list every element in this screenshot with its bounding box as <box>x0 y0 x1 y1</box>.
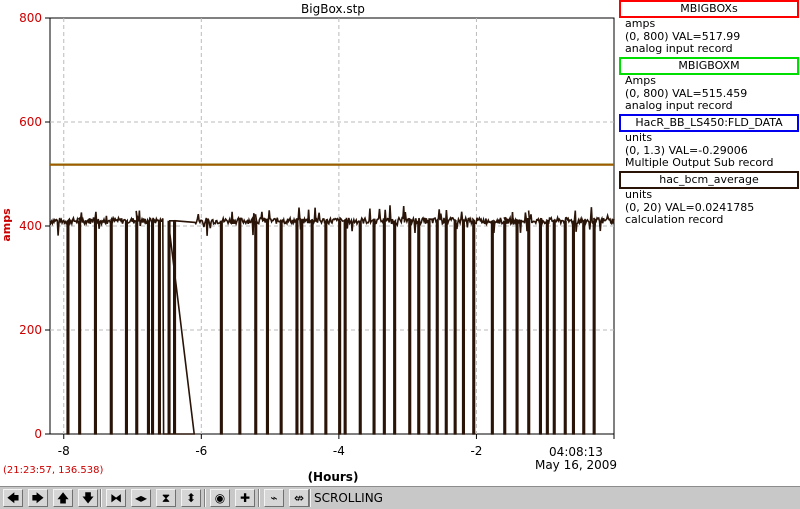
toolbar-separator <box>100 489 102 507</box>
chart-title: BigBox.stp <box>301 2 365 16</box>
cursor-readout: (21:23:57, 136.538) <box>3 465 104 476</box>
toolbar: 🡄 🡆 🡅 🡇 ⧓ ◂▸ ⧗ ⬍ ◉ ✚ ⌁ ⇎ SCROLLING <box>0 486 800 509</box>
pan-left-button[interactable]: 🡄 <box>3 489 23 507</box>
legend-unit: amps <box>625 17 656 30</box>
x-axis-label: (Hours) <box>308 470 359 484</box>
add-button[interactable]: ✚ <box>235 489 255 507</box>
legend-entry[interactable]: HacR_BB_LS450:FLD_DATA units (0, 1.3) VAL=… <box>619 114 799 170</box>
legend-unit: Amps <box>625 74 656 87</box>
scroll-mode-button[interactable]: ⌁ <box>264 489 284 507</box>
y-tick-label: 0 <box>34 427 42 441</box>
y-axis-label: amps <box>0 208 13 242</box>
zoom-out-x-button[interactable]: ◂▸ <box>131 489 151 507</box>
pan-down-button[interactable]: 🡇 <box>78 489 98 507</box>
legend-entry[interactable]: MBIGBOXM Amps (0, 800) VAL=515.459 analog i… <box>619 57 799 113</box>
legend-series-name[interactable]: hac_bcm_average <box>619 171 799 189</box>
x-end-date: May 16, 2009 <box>535 458 617 472</box>
legend-record: Multiple Output Sub record <box>625 156 774 169</box>
chart-plot[interactable]: BigBox.stp amps (Hours) 04:08:13 May 16,… <box>0 0 620 484</box>
config-button[interactable]: ⇎ <box>289 489 309 507</box>
toolbar-separator <box>258 489 260 507</box>
legend-entry[interactable]: MBIGBOXs amps (0, 800) VAL=517.99 analog in… <box>619 0 799 56</box>
legend-unit: units <box>625 131 653 144</box>
y-tick-label: 400 <box>19 219 42 233</box>
legend-record: analog input record <box>625 99 733 112</box>
zoom-out-y-button[interactable]: ⬍ <box>181 489 201 507</box>
zoom-in-y-button[interactable]: ⧗ <box>156 489 176 507</box>
y-tick-label: 800 <box>19 11 42 25</box>
x-tick-label: -8 <box>58 444 70 458</box>
legend-record: calculation record <box>625 213 724 226</box>
pan-up-button[interactable]: 🡅 <box>53 489 73 507</box>
legend-unit: units <box>625 188 653 201</box>
x-tick-label: -6 <box>195 444 207 458</box>
y-tick-label: 600 <box>19 115 42 129</box>
legend-record: analog input record <box>625 42 733 55</box>
y-tick-label: 200 <box>19 323 42 337</box>
legend-series-name[interactable]: HacR_BB_LS450:FLD_DATA <box>619 114 799 132</box>
legend-entry[interactable]: hac_bcm_average units (0, 20) VAL=0.024178… <box>619 171 799 227</box>
mode-label: SCROLLING <box>314 491 383 505</box>
autoscale-button[interactable]: ◉ <box>210 489 230 507</box>
legend-series-name[interactable]: MBIGBOXM <box>619 57 799 75</box>
x-tick-label: -2 <box>470 444 482 458</box>
x-tick-label: -4 <box>333 444 345 458</box>
series-line-hac_bcm_average <box>49 205 615 435</box>
pan-right-button[interactable]: 🡆 <box>28 489 48 507</box>
toolbar-separator <box>204 489 206 507</box>
zoom-in-x-button[interactable]: ⧓ <box>106 489 126 507</box>
toolbar-separator <box>309 489 311 507</box>
legend-series-name[interactable]: MBIGBOXs <box>619 0 799 18</box>
x-end-time: 04:08:13 <box>549 445 603 459</box>
